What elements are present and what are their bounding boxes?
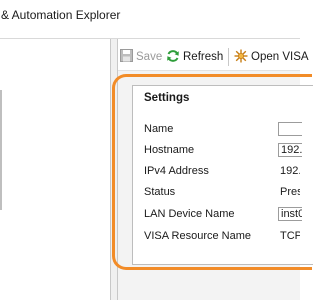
visa-resource-name-value: TCPI [280, 230, 300, 242]
toolbar: Save Refresh Open VISA [118, 45, 309, 69]
visa-resource-name-label: VISA Resource Name [144, 230, 251, 242]
toolbar-separator [228, 48, 229, 66]
name-label: Name [144, 123, 174, 135]
status-label: Status [144, 186, 176, 198]
ipv4-address-value: 192. [280, 165, 300, 177]
nav-pane-edge [0, 90, 2, 210]
hostname-field[interactable]: 192. [278, 143, 302, 157]
status-value: Pres [280, 186, 300, 198]
settings-title: Settings [144, 92, 190, 104]
refresh-label: Refresh [183, 51, 224, 63]
ipv4-address-label: IPv4 Address [144, 165, 209, 177]
open-visa-button[interactable]: Open VISA [234, 46, 309, 68]
refresh-button[interactable]: Refresh [166, 46, 223, 68]
lan-device-name-field[interactable]: inst0 [278, 207, 302, 221]
open-visa-label: Open VISA [251, 51, 309, 63]
name-field[interactable] [278, 122, 302, 136]
save-button[interactable]: Save [120, 46, 162, 68]
window-title: & Automation Explorer [1, 8, 121, 22]
save-label: Save [136, 51, 163, 63]
lan-device-name-label: LAN Device Name [144, 208, 235, 220]
refresh-arrows-icon [166, 49, 180, 66]
spark-burst-icon [234, 49, 248, 66]
title-bar: & Automation Explorer [0, 0, 300, 30]
navigation-pane [0, 39, 111, 300]
pane-splitter[interactable] [111, 39, 118, 300]
hostname-label: Hostname [144, 144, 195, 156]
floppy-disk-icon [120, 49, 133, 65]
